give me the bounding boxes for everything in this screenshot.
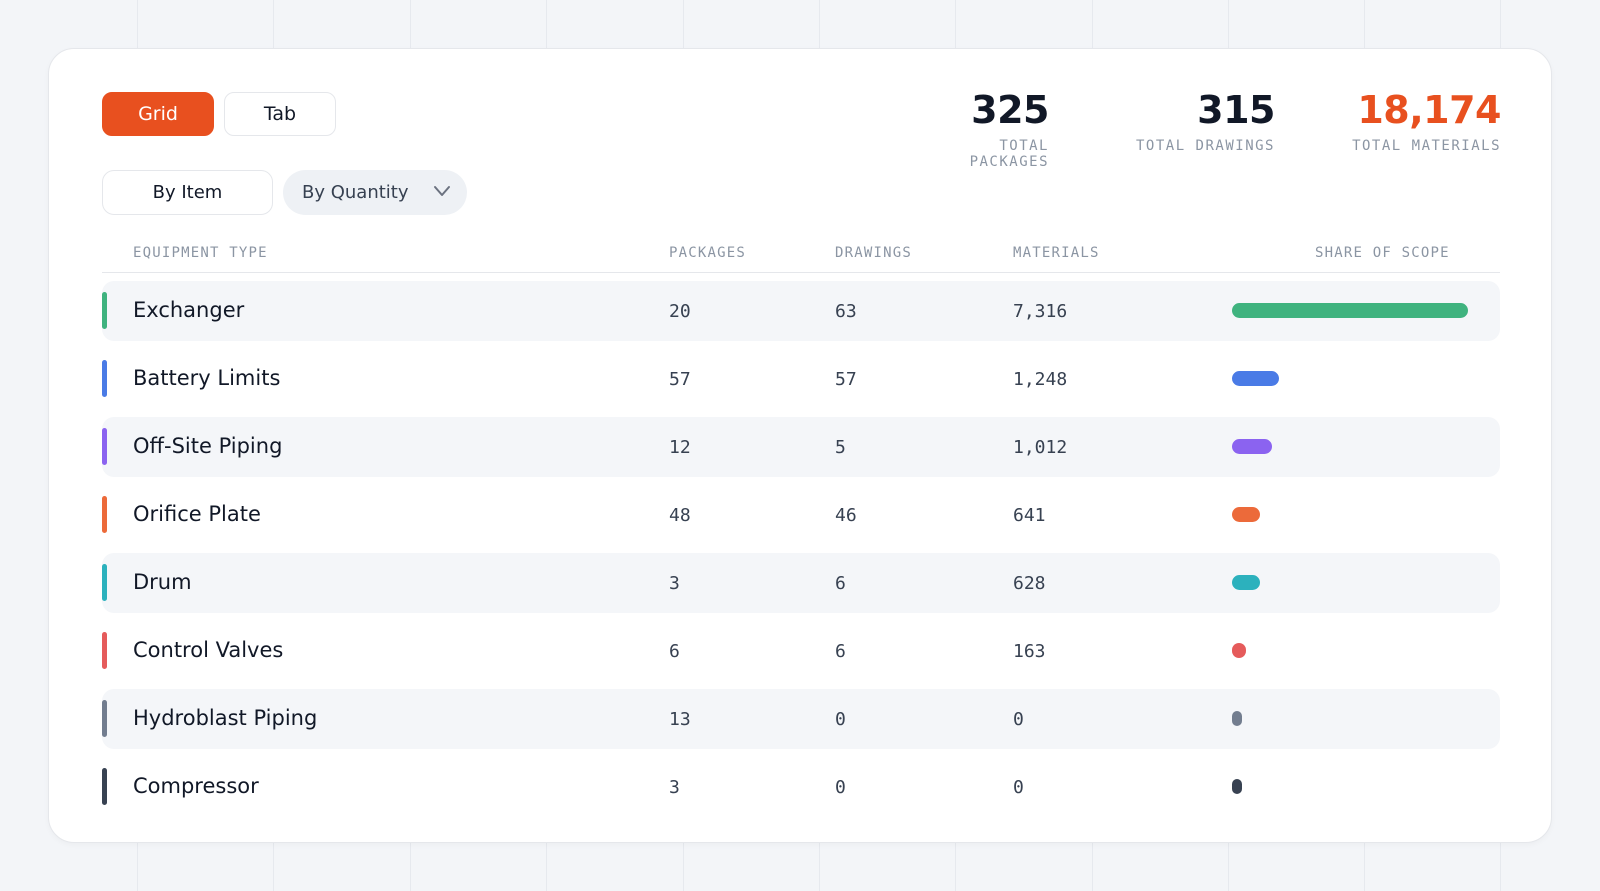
stats-summary: 325 TOTAL PACKAGES 315 TOTAL DRAWINGS 18… bbox=[912, 87, 1502, 170]
share-bar-fill bbox=[1232, 303, 1468, 318]
view-toggle: Grid Tab bbox=[102, 92, 336, 136]
equipment-name: Control Valves bbox=[133, 638, 284, 662]
share-of-scope-bar bbox=[1232, 643, 1468, 658]
share-of-scope-bar bbox=[1232, 507, 1468, 522]
table-row[interactable]: Compressor 3 0 0 bbox=[102, 757, 1500, 817]
table-row[interactable]: Drum 3 6 628 bbox=[102, 553, 1500, 613]
equipment-name: Off-Site Piping bbox=[133, 434, 283, 458]
packages-count: 3 bbox=[669, 573, 680, 594]
equipment-name: Hydroblast Piping bbox=[133, 706, 318, 730]
equipment-summary-card: Grid Tab By Item By Quantity 325 TOTAL P… bbox=[48, 48, 1552, 843]
table-row[interactable]: Off-Site Piping 12 5 1,012 bbox=[102, 417, 1500, 477]
table-row[interactable]: Control Valves 6 6 163 bbox=[102, 621, 1500, 681]
share-bar-fill bbox=[1232, 439, 1272, 454]
column-header-drawings[interactable]: DRAWINGS bbox=[835, 245, 912, 261]
stat-label: TOTAL DRAWINGS bbox=[1135, 138, 1275, 154]
table-row[interactable]: Hydroblast Piping 13 0 0 bbox=[102, 689, 1500, 749]
drawings-count: 5 bbox=[835, 437, 846, 458]
share-of-scope-bar bbox=[1232, 711, 1468, 726]
drawings-count: 63 bbox=[835, 301, 857, 322]
stat-value: 18,174 bbox=[1357, 88, 1501, 132]
share-of-scope-bar bbox=[1232, 371, 1468, 386]
row-color-indicator bbox=[102, 768, 107, 805]
drawings-count: 57 bbox=[835, 369, 857, 390]
packages-count: 3 bbox=[669, 777, 680, 798]
stat-label: TOTAL PACKAGES bbox=[969, 138, 1049, 170]
stat-total-packages: 325 TOTAL PACKAGES bbox=[912, 87, 1050, 170]
share-of-scope-bar bbox=[1232, 439, 1468, 454]
materials-count: 163 bbox=[1013, 641, 1046, 662]
packages-count: 20 bbox=[669, 301, 691, 322]
share-of-scope-bar bbox=[1232, 575, 1468, 590]
materials-count: 0 bbox=[1013, 709, 1024, 730]
row-color-indicator bbox=[102, 360, 107, 397]
share-bar-fill bbox=[1232, 575, 1260, 590]
table-row[interactable]: Orifice Plate 48 46 641 bbox=[102, 485, 1500, 545]
table-row[interactable]: Battery Limits 57 57 1,248 bbox=[102, 349, 1500, 409]
packages-count: 12 bbox=[669, 437, 691, 458]
share-bar-fill bbox=[1232, 779, 1242, 794]
row-color-indicator bbox=[102, 496, 107, 533]
materials-count: 1,012 bbox=[1013, 437, 1068, 458]
by-quantity-dropdown[interactable]: By Quantity bbox=[283, 170, 467, 215]
stat-value: 325 bbox=[971, 88, 1049, 132]
materials-count: 641 bbox=[1013, 505, 1046, 526]
packages-count: 6 bbox=[669, 641, 680, 662]
chevron-down-icon bbox=[434, 186, 450, 196]
equipment-name: Battery Limits bbox=[133, 366, 281, 390]
row-color-indicator bbox=[102, 428, 107, 465]
by-item-button[interactable]: By Item bbox=[102, 170, 273, 215]
filter-bar: By Item By Quantity bbox=[102, 170, 467, 215]
by-quantity-label: By Quantity bbox=[302, 182, 409, 203]
drawings-count: 0 bbox=[835, 777, 846, 798]
table-header: EQUIPMENT TYPE PACKAGES DRAWINGS MATERIA… bbox=[102, 239, 1500, 273]
tab-view-button[interactable]: Tab bbox=[224, 92, 336, 136]
share-bar-fill bbox=[1232, 371, 1279, 386]
drawings-count: 6 bbox=[835, 573, 846, 594]
equipment-name: Exchanger bbox=[133, 298, 245, 322]
column-header-type[interactable]: EQUIPMENT TYPE bbox=[133, 245, 268, 261]
table-row[interactable]: Exchanger 20 63 7,316 bbox=[102, 281, 1500, 341]
share-of-scope-bar bbox=[1232, 303, 1468, 318]
stat-total-drawings: 315 TOTAL DRAWINGS bbox=[1049, 87, 1276, 170]
share-of-scope-bar bbox=[1232, 779, 1468, 794]
stat-total-materials: 18,174 TOTAL MATERIALS bbox=[1275, 87, 1501, 170]
share-bar-fill bbox=[1232, 507, 1260, 522]
row-color-indicator bbox=[102, 564, 107, 601]
share-bar-fill bbox=[1232, 643, 1246, 658]
grid-view-button[interactable]: Grid bbox=[102, 92, 214, 136]
drawings-count: 6 bbox=[835, 641, 846, 662]
equipment-name: Orifice Plate bbox=[133, 502, 261, 526]
row-color-indicator bbox=[102, 292, 107, 329]
stat-value: 315 bbox=[1197, 88, 1275, 132]
column-header-packages[interactable]: PACKAGES bbox=[669, 245, 746, 261]
materials-count: 1,248 bbox=[1013, 369, 1068, 390]
materials-count: 628 bbox=[1013, 573, 1046, 594]
equipment-table-body: Exchanger 20 63 7,316 Battery Limits 57 57 1,24… bbox=[102, 281, 1500, 825]
share-bar-fill bbox=[1232, 711, 1242, 726]
equipment-name: Drum bbox=[133, 570, 192, 594]
column-header-materials[interactable]: MATERIALS bbox=[1013, 245, 1100, 261]
stat-label: TOTAL MATERIALS bbox=[1352, 138, 1501, 154]
row-color-indicator bbox=[102, 700, 107, 737]
materials-count: 7,316 bbox=[1013, 301, 1068, 322]
drawings-count: 46 bbox=[835, 505, 857, 526]
equipment-name: Compressor bbox=[133, 774, 259, 798]
row-color-indicator bbox=[102, 632, 107, 669]
materials-count: 0 bbox=[1013, 777, 1024, 798]
packages-count: 13 bbox=[669, 709, 691, 730]
packages-count: 48 bbox=[669, 505, 691, 526]
drawings-count: 0 bbox=[835, 709, 846, 730]
column-header-share[interactable]: SHARE OF SCOPE bbox=[1315, 245, 1450, 261]
packages-count: 57 bbox=[669, 369, 691, 390]
